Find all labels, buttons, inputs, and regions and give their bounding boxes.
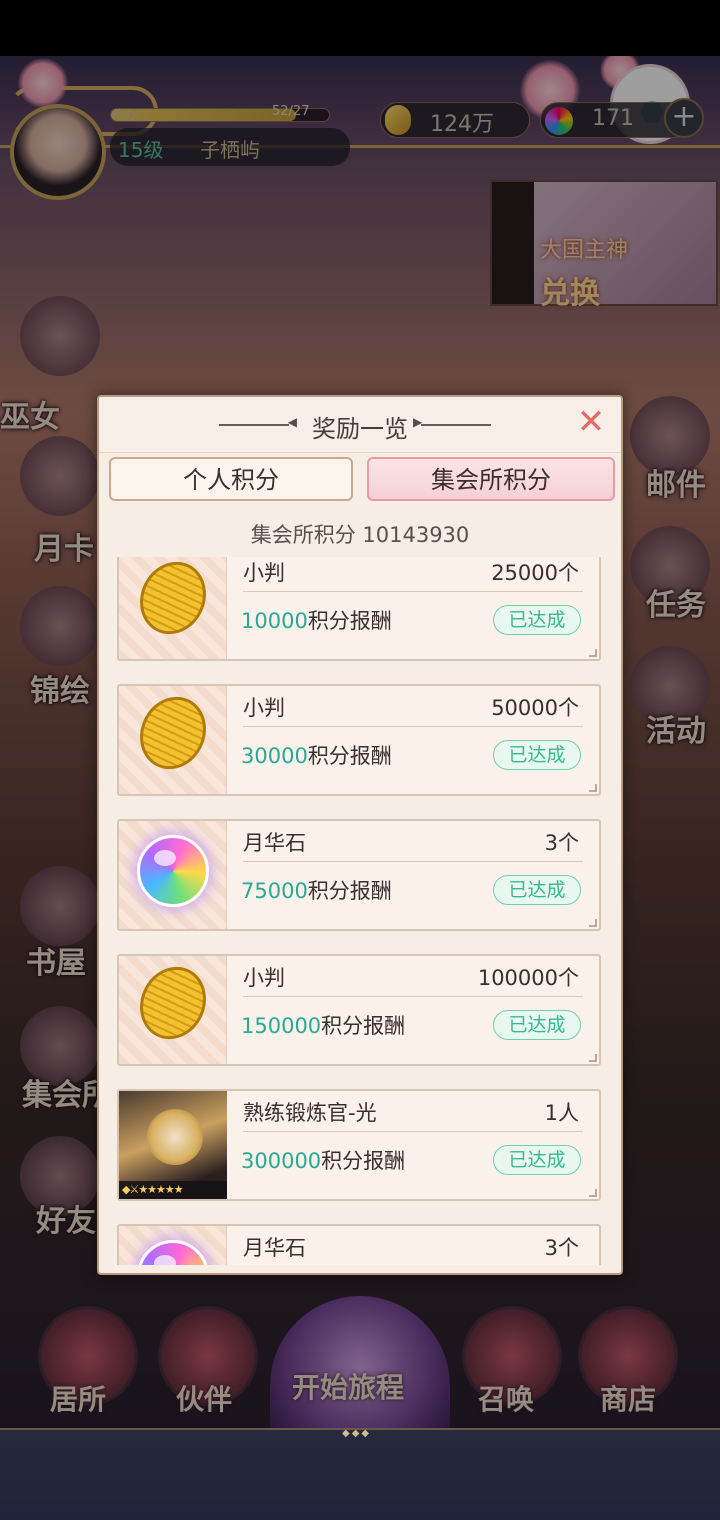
bottom-footer-bar (0, 1428, 720, 1520)
status-badge: 已达成 (493, 1145, 581, 1175)
requirement-suffix: 积分报酬 (307, 744, 392, 768)
reward-quantity: 3个 (544, 831, 579, 855)
status-badge: 已达成 (493, 1010, 581, 1040)
moonstone-gem-icon (137, 835, 209, 907)
reward-name: 月华石 (243, 831, 306, 855)
status-bar (0, 0, 720, 56)
reward-requirement: 150000积分报酬 (241, 1010, 405, 1040)
reward-thumb (119, 955, 227, 1064)
reward-list[interactable]: 小判 25000个 10000积分报酬 已达成 小判 50000个 30000积… (99, 557, 621, 1265)
reward-thumb: ◆⚔★★★★★ (119, 1091, 227, 1199)
reward-card: 小判 50000个 30000积分报酬 已达成 (117, 684, 601, 796)
card-divider (243, 726, 583, 727)
reward-thumb (119, 685, 227, 794)
reward-card: 小判 25000个 10000积分报酬 已达成 (117, 557, 601, 661)
reward-quantity: 100000个 (477, 966, 579, 990)
page-indicator: ◆◆◆ (342, 1428, 372, 1439)
card-divider (243, 591, 583, 592)
dialog-header: 奖励一览 ✕ (99, 397, 621, 453)
reward-name: 小判 (243, 561, 285, 585)
dialog-title: 奖励一览 (312, 415, 408, 443)
corner-mark-icon (589, 649, 597, 657)
reward-quantity: 50000个 (491, 696, 579, 720)
requirement-points: 75000 (241, 879, 308, 903)
close-icon[interactable]: ✕ (573, 405, 609, 441)
reward-requirement: 30000积分报酬 (241, 740, 392, 770)
status-badge: 已达成 (493, 605, 581, 635)
requirement-suffix: 积分报酬 (307, 609, 392, 633)
tab-guild-score[interactable]: 集会所积分 (367, 457, 615, 501)
reward-requirement: 10000积分报酬 (241, 605, 392, 635)
requirement-suffix: 积分报酬 (321, 1149, 406, 1173)
corner-mark-icon (589, 1189, 597, 1197)
reward-requirement: 300000积分报酬 (241, 1145, 405, 1175)
requirement-points: 150000 (241, 1014, 322, 1038)
reward-card: 月华石 3个 (117, 1224, 601, 1265)
moonstone-gem-icon (137, 1240, 209, 1265)
card-divider (243, 996, 583, 997)
corner-mark-icon (589, 1054, 597, 1062)
reward-quantity: 3个 (544, 1236, 579, 1260)
reward-name: 熟练锻炼官-光 (243, 1101, 377, 1125)
status-badge: 已达成 (493, 875, 581, 905)
reward-quantity: 1人 (544, 1101, 579, 1125)
reward-card: 小判 100000个 150000积分报酬 已达成 (117, 954, 601, 1066)
reward-thumb (119, 1226, 227, 1265)
reward-name: 小判 (243, 696, 285, 720)
reward-card: 月华石 3个 75000积分报酬 已达成 (117, 819, 601, 931)
score-tabs: 个人积分 集会所积分 (107, 457, 617, 503)
requirement-suffix: 积分报酬 (321, 1014, 406, 1038)
tab-personal-score[interactable]: 个人积分 (109, 457, 353, 501)
status-badge: 已达成 (493, 740, 581, 770)
guild-score-total: 集会所积分 10143930 (250, 523, 470, 547)
reward-list-dialog: 奖励一览 ✕ 个人积分 集会所积分 集会所积分 10143930 小判 2500… (97, 395, 623, 1275)
koban-coin-icon (128, 955, 218, 1051)
reward-thumb (119, 557, 227, 659)
requirement-points: 300000 (241, 1149, 322, 1173)
requirement-points: 30000 (241, 744, 308, 768)
title-right-ornament-icon (413, 415, 491, 429)
koban-coin-icon (128, 685, 218, 781)
rarity-stars: ◆⚔★★★★★ (119, 1181, 227, 1199)
reward-card: ◆⚔★★★★★ 熟练锻炼官-光 1人 300000积分报酬 已达成 (117, 1089, 601, 1201)
card-divider (243, 1131, 583, 1132)
requirement-suffix: 积分报酬 (307, 879, 392, 903)
reward-requirement: 75000积分报酬 (241, 875, 392, 905)
corner-mark-icon (589, 919, 597, 927)
requirement-points: 10000 (241, 609, 308, 633)
reward-name: 月华石 (243, 1236, 306, 1260)
reward-thumb (119, 821, 227, 929)
corner-mark-icon (589, 784, 597, 792)
card-divider (243, 861, 583, 862)
reward-name: 小判 (243, 966, 285, 990)
reward-quantity: 25000个 (491, 561, 579, 585)
koban-coin-icon (128, 557, 218, 646)
